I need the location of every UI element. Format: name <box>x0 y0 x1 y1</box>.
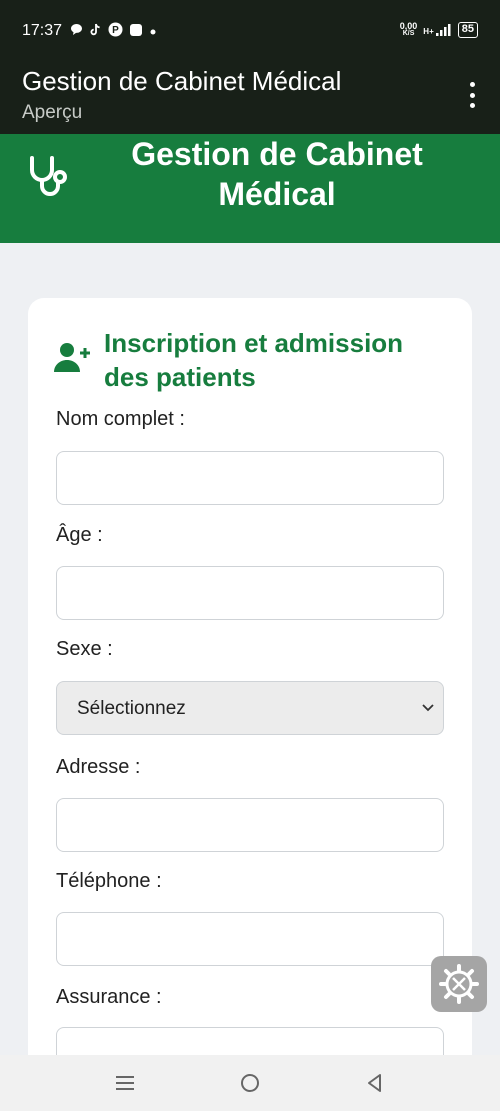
sex-label: Sexe : <box>56 638 113 660</box>
stethoscope-icon <box>30 156 67 196</box>
battery-indicator: 85 <box>457 22 478 38</box>
insurance-label: Assurance : <box>56 986 162 1008</box>
status-bar: 17:37 P 0,00 K/S H+ 85 <box>0 0 500 62</box>
app-title: Gestion de Cabinet Médical <box>22 66 342 96</box>
recents-icon[interactable] <box>111 1069 139 1097</box>
age-input[interactable] <box>56 566 444 620</box>
status-right: 0,00 K/S H+ 85 <box>400 22 478 38</box>
phone-label: Téléphone : <box>56 870 162 892</box>
status-time: 17:37 <box>22 22 63 39</box>
sex-selected-value: Sélectionnez <box>77 698 186 719</box>
dot-icon <box>149 24 157 39</box>
address-input[interactable] <box>56 798 444 852</box>
back-icon[interactable] <box>361 1069 389 1097</box>
chevron-down-icon <box>422 704 434 712</box>
address-label: Adresse : <box>56 756 141 778</box>
svg-text:P: P <box>112 25 119 36</box>
banner-title: Gestion de Cabinet Médical <box>131 136 423 212</box>
net-speed: 0,00 K/S <box>400 22 418 38</box>
floating-settings-button[interactable] <box>431 956 487 1012</box>
name-label: Nom complet : <box>56 408 185 430</box>
network-type: H+ <box>423 27 434 36</box>
home-icon[interactable] <box>236 1069 264 1097</box>
signal-icon: H+ <box>423 24 451 36</box>
app-subtitle: Aperçu <box>22 102 83 123</box>
settings-tools-icon <box>439 964 479 1004</box>
pinterest-icon: P <box>108 22 123 40</box>
notification-icons: P <box>70 22 157 40</box>
patient-registration-form: Inscription et admission des patients No… <box>28 298 472 1098</box>
sex-select[interactable]: Sélectionnez <box>56 681 444 735</box>
user-plus-icon <box>54 343 90 372</box>
full-name-input[interactable] <box>56 451 444 505</box>
age-label: Âge : <box>56 524 103 546</box>
chat-bubble-icon <box>70 23 83 39</box>
more-vert-icon[interactable] <box>468 82 476 108</box>
tiktok-icon <box>89 23 102 40</box>
app-bar: Gestion de Cabinet Médical Aperçu <box>0 62 500 134</box>
page-header-banner: Gestion de Cabinet Médical <box>0 134 500 243</box>
form-heading: Inscription et admission des patients <box>104 328 404 392</box>
system-nav-bar <box>0 1055 500 1111</box>
net-speed-unit: K/S <box>402 30 415 37</box>
phone-input[interactable] <box>56 912 444 966</box>
square-app-icon <box>129 23 143 40</box>
net-speed-value: 0,00 <box>399 21 418 31</box>
